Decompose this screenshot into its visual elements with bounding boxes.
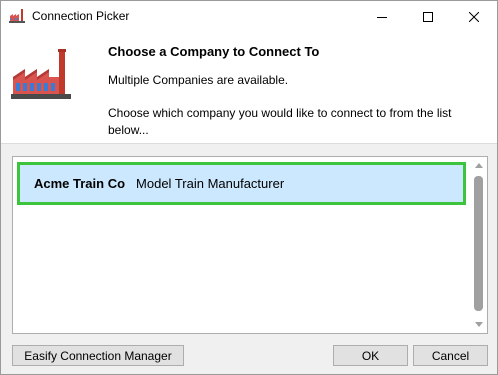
dialog-header: Choose a Company to Connect To Multiple … <box>1 32 497 144</box>
dialog-instructions: Choose which company you would like to c… <box>108 106 452 137</box>
factory-icon <box>11 47 71 103</box>
scroll-down-button[interactable] <box>470 316 487 333</box>
chevron-up-icon <box>474 163 483 168</box>
factory-icon <box>9 8 25 24</box>
maximize-icon <box>423 11 433 22</box>
dialog-heading: Choose a Company to Connect To <box>108 44 320 59</box>
easify-connection-manager-button[interactable]: Easify Connection Manager <box>12 345 184 366</box>
maximize-button[interactable] <box>405 1 451 32</box>
list-item[interactable]: Acme Train Co Model Train Manufacturer <box>17 162 466 205</box>
title-bar[interactable]: Connection Picker <box>1 1 497 32</box>
connection-picker-window: Connection Picker Choose a Company to Co… <box>0 0 498 375</box>
minimize-icon <box>377 16 387 18</box>
scroll-up-button[interactable] <box>470 157 487 174</box>
chevron-down-icon <box>474 322 483 327</box>
dialog-subtitle: Multiple Companies are available. <box>108 73 289 87</box>
company-name: Acme Train Co <box>34 176 126 191</box>
company-description: Model Train Manufacturer <box>136 176 285 191</box>
close-icon <box>469 11 479 22</box>
scroll-thumb[interactable] <box>474 176 483 311</box>
minimize-button[interactable] <box>359 1 405 32</box>
ok-button[interactable]: OK <box>333 345 408 366</box>
company-list[interactable]: Acme Train Co Model Train Manufacturer <box>12 156 488 334</box>
close-button[interactable] <box>451 1 497 32</box>
cancel-button[interactable]: Cancel <box>413 345 488 366</box>
list-scrollbar[interactable] <box>470 157 487 333</box>
window-title: Connection Picker <box>32 9 130 23</box>
